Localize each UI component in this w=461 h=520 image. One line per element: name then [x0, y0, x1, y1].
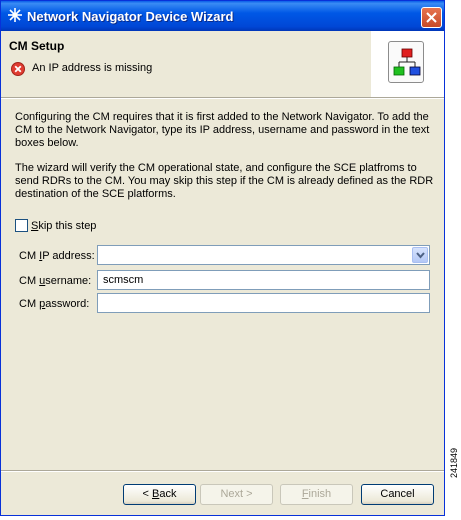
intro-paragraph: Configuring the CM requires that it is f… — [15, 111, 430, 149]
page-title: CM Setup — [9, 39, 65, 53]
error-icon — [11, 62, 25, 76]
cm-password-label: CM password: — [19, 298, 90, 310]
skip-step-label[interactable]: Skip this step — [31, 220, 96, 232]
wizard-header: CM Setup An IP address is missing — [1, 31, 444, 97]
figure-id-label: 241849 — [449, 447, 459, 478]
footer-separator — [1, 470, 444, 472]
wizard-graphic — [388, 41, 424, 83]
close-button[interactable] — [421, 7, 442, 28]
cm-username-input[interactable]: scmscm — [97, 270, 430, 290]
close-icon — [426, 12, 437, 23]
header-separator — [1, 97, 444, 99]
cancel-button[interactable]: Cancel — [361, 484, 434, 505]
wizard-window: Network Navigator Device Wizard CM Setup… — [0, 0, 445, 516]
title-bar[interactable]: Network Navigator Device Wizard — [1, 1, 444, 31]
cm-ip-dropdown-button[interactable] — [412, 247, 428, 263]
skip-step-checkbox[interactable] — [15, 219, 28, 232]
cm-ip-combobox[interactable] — [97, 245, 430, 265]
finish-button[interactable]: Finish — [280, 484, 353, 505]
network-navigator-icon — [8, 8, 22, 22]
verify-paragraph: The wizard will verify the CM operationa… — [15, 162, 434, 200]
window-title: Network Navigator Device Wizard — [27, 9, 234, 24]
cm-username-label: CM username: — [19, 275, 92, 287]
chevron-down-icon — [416, 252, 425, 259]
network-topology-icon — [393, 48, 421, 76]
back-button[interactable]: < Back — [123, 484, 196, 505]
cm-username-value: scmscm — [103, 274, 144, 286]
next-button[interactable]: Next > — [200, 484, 273, 505]
cm-password-input[interactable] — [97, 293, 430, 313]
error-message: An IP address is missing — [32, 62, 153, 74]
cm-ip-label: CM IP address: — [19, 250, 95, 262]
